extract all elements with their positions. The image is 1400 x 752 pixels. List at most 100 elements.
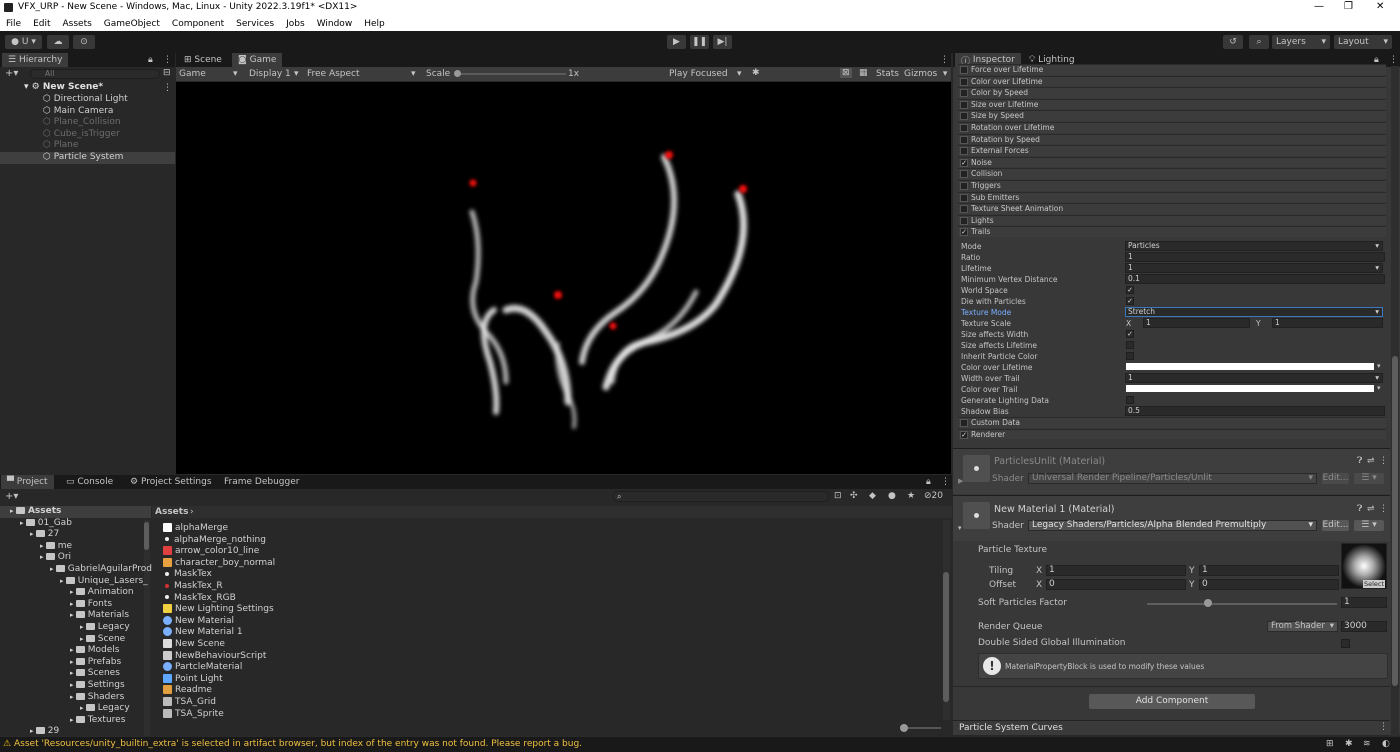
hierarchy-item[interactable]: ⬡ Directional Light (0, 94, 175, 106)
menu-services[interactable]: Services (236, 19, 274, 29)
asset-item[interactable]: alphaMerge_nothing (163, 535, 266, 547)
expand-arrow-icon[interactable]: ▸ (20, 519, 26, 527)
folder-tree-item[interactable]: ▸ Ori (40, 552, 71, 564)
menu-help[interactable]: Help (364, 19, 385, 29)
search-by-label-icon[interactable]: ✣ (850, 491, 858, 501)
expand-arrow-icon[interactable]: ▸ (80, 635, 86, 643)
asset-item[interactable]: MaskTex (163, 569, 212, 581)
module-checkbox[interactable]: ✓ (960, 228, 968, 237)
module-row[interactable]: External Forces (958, 145, 1386, 156)
module-checkbox[interactable] (960, 89, 968, 98)
shader-1-menu-button[interactable]: ☰ ▾ (1354, 473, 1384, 484)
asset-item[interactable]: NewBehaviourScript (163, 650, 266, 663)
account-button[interactable]: ● U ▾ (5, 35, 42, 49)
menu-edit[interactable]: Edit (33, 19, 50, 29)
status-message[interactable]: Asset 'Resources/unity_builtin_extra' is… (14, 739, 582, 749)
scene-visibility-icon[interactable]: ⊟ (163, 68, 171, 78)
folder-tree-item[interactable]: ▸ 27 (30, 529, 59, 541)
soft-particles-slider[interactable] (1147, 603, 1337, 605)
expand-arrow-icon[interactable]: ▸ (70, 600, 76, 608)
progress-icon[interactable]: ◐ (1382, 739, 1390, 749)
module-row[interactable]: Triggers (958, 180, 1386, 191)
folder-tree-item[interactable]: ▸ Scenes (70, 668, 120, 680)
hierarchy-item[interactable]: ⬡ Plane_Collision (0, 117, 175, 129)
lifetime-field[interactable]: 1 ▾ (1125, 263, 1383, 273)
stats-button[interactable]: Stats (876, 69, 899, 79)
chevron-down-icon[interactable]: ▾ (1377, 362, 1381, 370)
tiling-y-field[interactable]: 1 (1199, 565, 1339, 576)
breadcrumb-assets[interactable]: Assets (155, 507, 188, 517)
history-button[interactable]: ↺ (1223, 35, 1243, 49)
scene-root[interactable]: ▾ ⚙ New Scene* (24, 82, 103, 94)
folder-tree-item[interactable]: ▸ Shaders (70, 692, 124, 704)
asset-item[interactable]: arrow_color10_line (163, 546, 259, 558)
gizmos-dropdown[interactable]: Gizmos ▾ (904, 69, 947, 79)
module-checkbox[interactable]: ✓ (960, 430, 968, 439)
texture-thumbnail[interactable]: Select (1341, 543, 1387, 589)
menu-file[interactable]: File (6, 19, 21, 29)
module-checkbox[interactable] (960, 147, 968, 156)
module-checkbox[interactable] (960, 124, 968, 132)
expand-arrow-icon[interactable]: ▸ (70, 588, 76, 596)
shader-1-dropdown[interactable]: Universal Render Pipeline/Particles/Unli… (1028, 473, 1317, 484)
world-space-checkbox[interactable]: ✓ (1126, 286, 1134, 294)
tag-icon[interactable]: ◆ (869, 491, 876, 501)
tab-console[interactable]: ▭ Console (60, 475, 119, 489)
asset-item[interactable]: New Scene (163, 639, 225, 651)
expand-arrow-icon[interactable]: ▸ (70, 669, 76, 677)
size-lifetime-checkbox[interactable] (1126, 341, 1134, 349)
render-queue-dropdown[interactable]: From Shader ▾ (1267, 621, 1338, 632)
asset-item[interactable]: New Material (163, 615, 234, 628)
asset-item[interactable]: TSA_Grid (163, 697, 216, 709)
module-row[interactable]: Color over Lifetime (958, 75, 1386, 87)
mode-dropdown[interactable]: Particles ▾ (1125, 241, 1383, 251)
expand-arrow-icon[interactable]: ▸ (30, 530, 36, 538)
foldout-arrow-icon[interactable]: ▶ (958, 477, 963, 485)
scale-slider-handle[interactable] (454, 70, 461, 77)
more-icon[interactable]: ⋮ (1379, 722, 1388, 732)
module-row[interactable]: Texture Sheet Animation (958, 203, 1386, 214)
expand-arrow-icon[interactable]: ▸ (70, 693, 76, 701)
shader-2-menu-button[interactable]: ☰ ▾ (1354, 520, 1384, 531)
expand-arrow-icon[interactable]: ▸ (70, 646, 76, 654)
more-icon[interactable]: ⋮ (941, 477, 950, 487)
hierarchy-search-input[interactable]: All (30, 69, 160, 79)
more-icon[interactable]: ⋮ (163, 55, 172, 65)
soft-particles-field[interactable]: 1 (1341, 597, 1387, 608)
bug-report-icon[interactable]: ✱ (1345, 739, 1353, 749)
tab-frame-debugger[interactable]: Frame Debugger (218, 475, 305, 489)
add-icon[interactable]: +▾ (5, 491, 18, 502)
module-checkbox[interactable] (960, 193, 968, 202)
module-checkbox[interactable] (960, 205, 968, 214)
layers-dropdown[interactable]: Layers ▾ (1272, 35, 1330, 49)
color-lifetime-swatch[interactable] (1126, 363, 1374, 370)
project-search-input[interactable]: ⌕ (613, 491, 829, 502)
dsgi-checkbox[interactable] (1341, 639, 1350, 648)
module-checkbox[interactable] (960, 100, 968, 109)
menu-window[interactable]: Window (317, 19, 353, 29)
edit-shader-2-button[interactable]: Edit... (1322, 520, 1349, 531)
search-by-type-icon[interactable]: ⊡ (834, 491, 842, 501)
inherit-checkbox[interactable] (1126, 352, 1134, 360)
module-row[interactable]: Sub Emitters (958, 191, 1386, 203)
expand-arrow-icon[interactable]: ▸ (30, 727, 36, 735)
play-focused-dropdown[interactable]: Play Focused ▾ (669, 69, 745, 79)
menu-component[interactable]: Component (172, 19, 224, 29)
asset-item[interactable]: PartcleMaterial (163, 662, 242, 674)
folder-tree-item[interactable]: ▸ Assets (10, 506, 61, 518)
asset-item[interactable]: New Lighting Settings (163, 604, 274, 616)
more-icon[interactable]: ⋮ (1389, 55, 1398, 65)
hierarchy-item[interactable]: ⬡ Plane (0, 140, 175, 152)
module-checkbox[interactable] (960, 66, 968, 74)
hierarchy-item[interactable]: ⬡ Particle System (0, 152, 175, 164)
asset-item[interactable]: MaskTex_R (163, 581, 223, 593)
settings-icon[interactable]: ⇌ (1367, 456, 1375, 466)
grid-icon[interactable]: ▦ (859, 68, 868, 78)
help-icon[interactable]: ❓︎ (1357, 456, 1362, 466)
module-checkbox[interactable] (960, 182, 968, 190)
tab-project[interactable]: ▀ Project (1, 475, 54, 489)
size-width-checkbox[interactable]: ✓ (1126, 330, 1134, 338)
gen-light-checkbox[interactable] (1126, 396, 1134, 404)
folder-tree-item[interactable]: ▸ Fonts (70, 599, 112, 611)
menu-jobs[interactable]: Jobs (286, 19, 305, 29)
